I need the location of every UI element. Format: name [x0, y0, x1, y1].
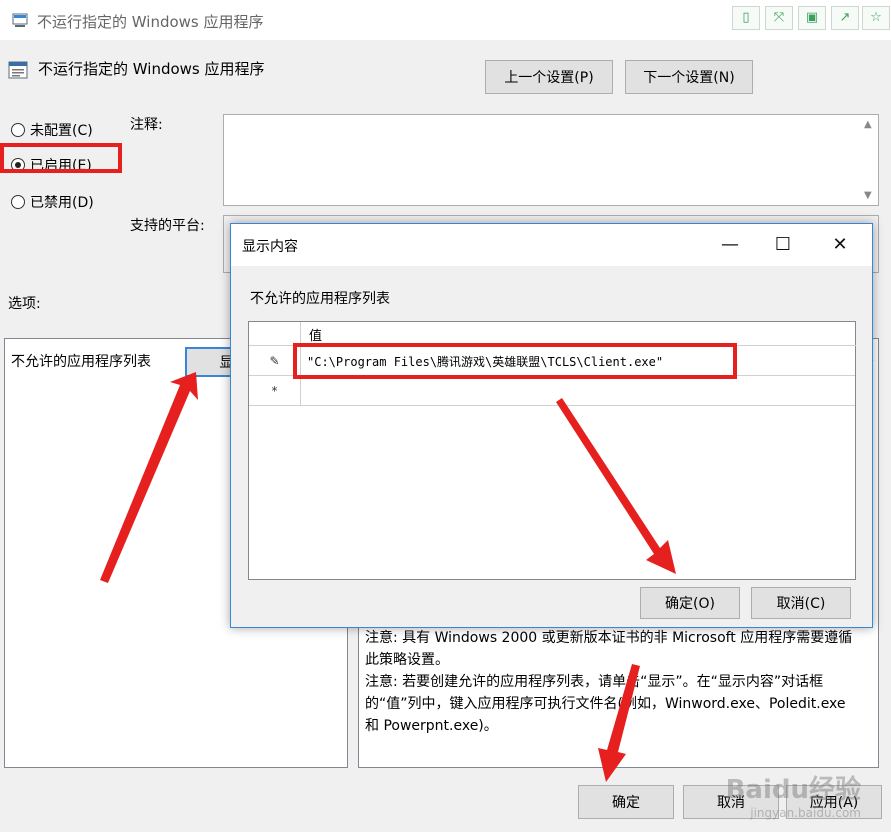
arrow-to-show-button: [100, 372, 198, 583]
annotation-arrows: [100, 372, 676, 782]
arrow-to-footer-ok: [598, 664, 640, 782]
watermark-url: jingyan.baidu.com: [750, 806, 861, 820]
baidu-watermark: Baidu经验 jingyan.baidu.com: [726, 769, 861, 820]
watermark-brand: Baidu经验: [725, 775, 861, 805]
arrow-to-dialog-ok: [556, 398, 676, 574]
